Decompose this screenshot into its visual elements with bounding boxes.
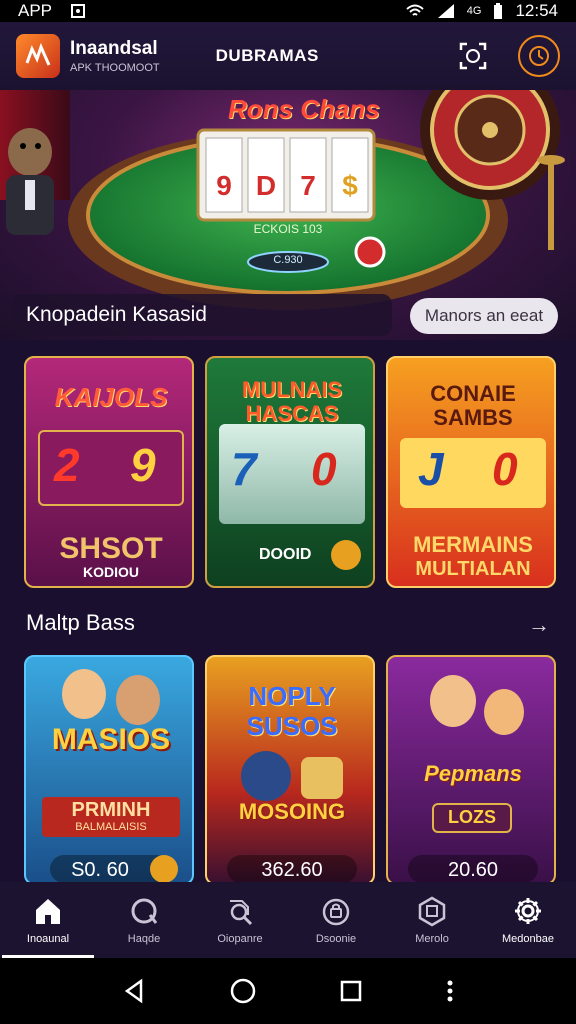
hero-reel-4: $ (342, 170, 358, 201)
nav-merolo-label: Merolo (415, 933, 449, 945)
hero-reel-2: D (255, 170, 277, 201)
nav-oiopanre-label: Oiopanre (217, 933, 263, 945)
nav-haqde-label: Haqde (127, 933, 161, 945)
nav-dsoonie[interactable]: Dsoonie (288, 882, 384, 958)
network-label: 4G (466, 5, 482, 17)
nav-oiopanre[interactable]: Oiopanre (192, 882, 288, 958)
brand-name: Inaandsal (70, 38, 158, 59)
hero-table-text: ECKOIS 103 (253, 222, 323, 236)
bottom-navigation: Inoaunal Haqde Oiopanre Dsoonie Merolo M… (0, 882, 576, 958)
game-card-3-reel-2: 0 (492, 443, 518, 495)
game-card-6[interactable]: Pepmans LOZS 20.60 (386, 655, 556, 885)
diamond-icon (241, 751, 291, 801)
game-card-5-title: NOPLY SUSOS (246, 681, 338, 741)
nav-home-label: Inoaunal (26, 933, 70, 945)
lock-icon (322, 898, 350, 926)
game-card-1-title: KAIJOLS (54, 382, 168, 412)
game-card-6-banner: LOZS (448, 807, 496, 827)
game-card-4-banner: PRMINH (71, 799, 151, 821)
nav-merolo[interactable]: Merolo (384, 882, 480, 958)
scan-button[interactable] (452, 35, 494, 77)
game-card-5-price: 362.60 (261, 859, 323, 881)
game-card-4[interactable]: MASIOS PRMINH BALMALAISIS S0. 60 (24, 655, 194, 885)
game-card-2-reel-1: 7 (231, 443, 257, 495)
header-title: DUBRAMAS (215, 46, 319, 65)
image-notification-icon (71, 4, 86, 18)
character-icon (430, 675, 476, 727)
gear-icon (515, 898, 541, 924)
game-card-5-banner: MOSOING (238, 799, 346, 824)
coin-icon (150, 855, 178, 883)
hero-chip-text: C.930 (273, 254, 303, 266)
nav-home[interactable]: Inoaunal (0, 882, 96, 958)
game-card-6-title: Pepmans (424, 761, 522, 786)
hero-reel-1: 9 (216, 170, 232, 201)
game-card-3-title: CONAIE SAMBS (430, 381, 516, 430)
status-time: 12:54 (515, 1, 558, 20)
game-card-3[interactable]: CONAIE SAMBS J 0 MERMAINS MULTIALAN (386, 356, 556, 588)
game-card-4-price: S0. 60 (71, 859, 129, 881)
logo-bolt-icon (25, 42, 51, 66)
wifi-icon (406, 4, 424, 16)
app-logo[interactable] (16, 34, 60, 78)
game-card-4-banner-sub: BALMALAISIS (75, 821, 147, 833)
hero-caption-text: Knopadein Kasasid (26, 303, 207, 326)
section-title: Maltp Bass (26, 610, 135, 635)
game-card-1-bottom: SHSOT (59, 532, 163, 565)
hero-reel-3: 7 (300, 170, 316, 201)
game-card-6-price: 20.60 (447, 859, 499, 881)
game-card-3-bottom: MERMAINS (413, 532, 533, 557)
home-circle-icon[interactable] (229, 977, 257, 1005)
hero-caption: Knopadein Kasasid (12, 294, 392, 336)
character-icon (62, 669, 106, 719)
timer-button[interactable] (518, 35, 560, 77)
home-icon (36, 899, 60, 924)
app-header: Inaandsal APK THOOMOOT DUBRAMAS (0, 22, 576, 90)
signal-icon (437, 4, 454, 18)
star-icon (301, 757, 343, 799)
game-card-3-reel-1: J (418, 443, 444, 495)
hexagon-icon (418, 896, 446, 927)
game-card-1[interactable]: KAIJOLS 2 9 SHSOT KODIOU (24, 356, 194, 588)
hero-sign: Rons Chans (228, 94, 380, 124)
recents-icon[interactable] (339, 979, 363, 1003)
game-card-1-subtitle: KODIOU (83, 564, 139, 580)
coin-icon (331, 540, 361, 570)
character-icon (116, 675, 160, 725)
nav-medonbae[interactable]: Medonbae (480, 882, 576, 958)
search-icon (230, 900, 253, 926)
game-card-5[interactable]: NOPLY SUSOS MOSOING 362.60 (205, 655, 375, 885)
section-see-all-arrow[interactable]: → (528, 612, 550, 638)
clock-icon (529, 46, 549, 66)
status-app-label: APP (18, 1, 53, 20)
system-navigation-bar (0, 958, 576, 1024)
battery-icon (494, 3, 503, 19)
status-bar: APP 4G 12:54 (0, 0, 576, 22)
game-card-2[interactable]: MULNAIS HASCAS 7 0 DOOID (205, 356, 375, 588)
brand-subtitle: APK THOOMOOT (70, 62, 160, 74)
game-card-2-title: MULNAIS HASCAS (241, 377, 343, 426)
game-card-2-reel-2: 0 (311, 443, 337, 495)
game-card-2-bottom: DOOID (259, 546, 312, 563)
nav-haqde[interactable]: Haqde (96, 882, 192, 958)
character-icon (484, 689, 524, 735)
more-vertical-icon[interactable] (445, 978, 455, 1004)
refresh-icon (131, 898, 158, 924)
hero-action-button[interactable]: Manors an eeat (410, 298, 558, 334)
game-card-1-reel-2: 9 (130, 439, 156, 491)
game-card-1-reel-1: 2 (54, 439, 80, 491)
nav-dsoonie-label: Dsoonie (315, 933, 357, 945)
game-card-3-subtitle: MULTIALAN (415, 558, 531, 580)
nav-medonbae-label: Medonbae (502, 933, 554, 945)
back-icon[interactable] (121, 978, 147, 1004)
scan-icon (459, 42, 487, 70)
game-card-4-title: MASIOS (51, 723, 171, 756)
